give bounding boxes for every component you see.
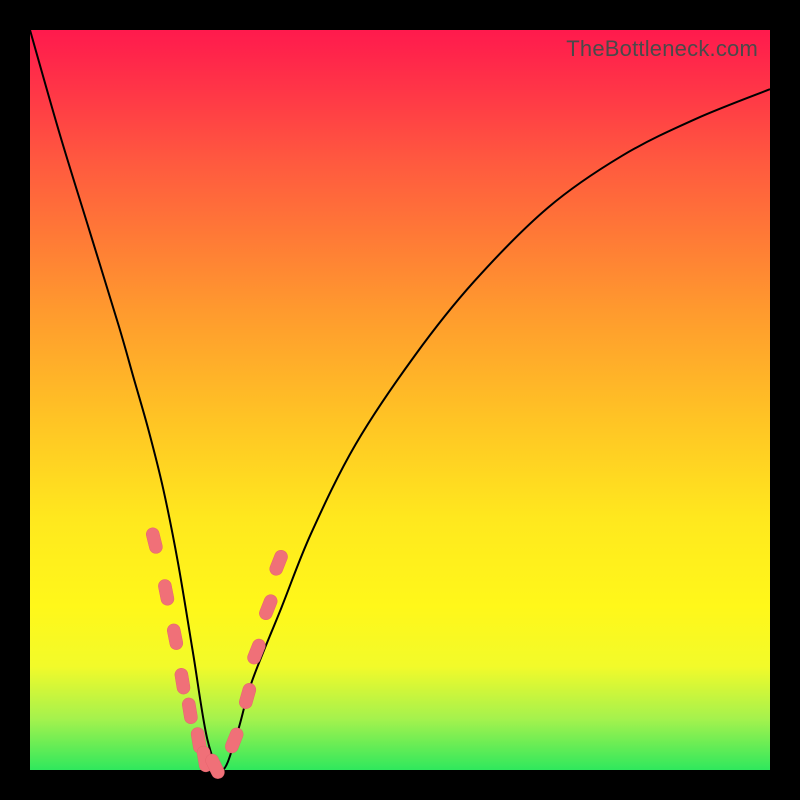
data-marker xyxy=(181,697,198,725)
data-marker xyxy=(268,548,290,577)
data-marker xyxy=(166,623,184,651)
data-marker xyxy=(257,593,279,622)
data-marker xyxy=(223,726,245,755)
data-marker xyxy=(145,526,164,554)
data-marker xyxy=(174,667,191,695)
marker-group xyxy=(145,526,290,780)
bottleneck-curve xyxy=(30,30,770,770)
data-marker xyxy=(157,578,175,606)
data-marker xyxy=(238,682,258,711)
chart-svg xyxy=(30,30,770,770)
chart-frame: TheBottleneck.com xyxy=(30,30,770,770)
